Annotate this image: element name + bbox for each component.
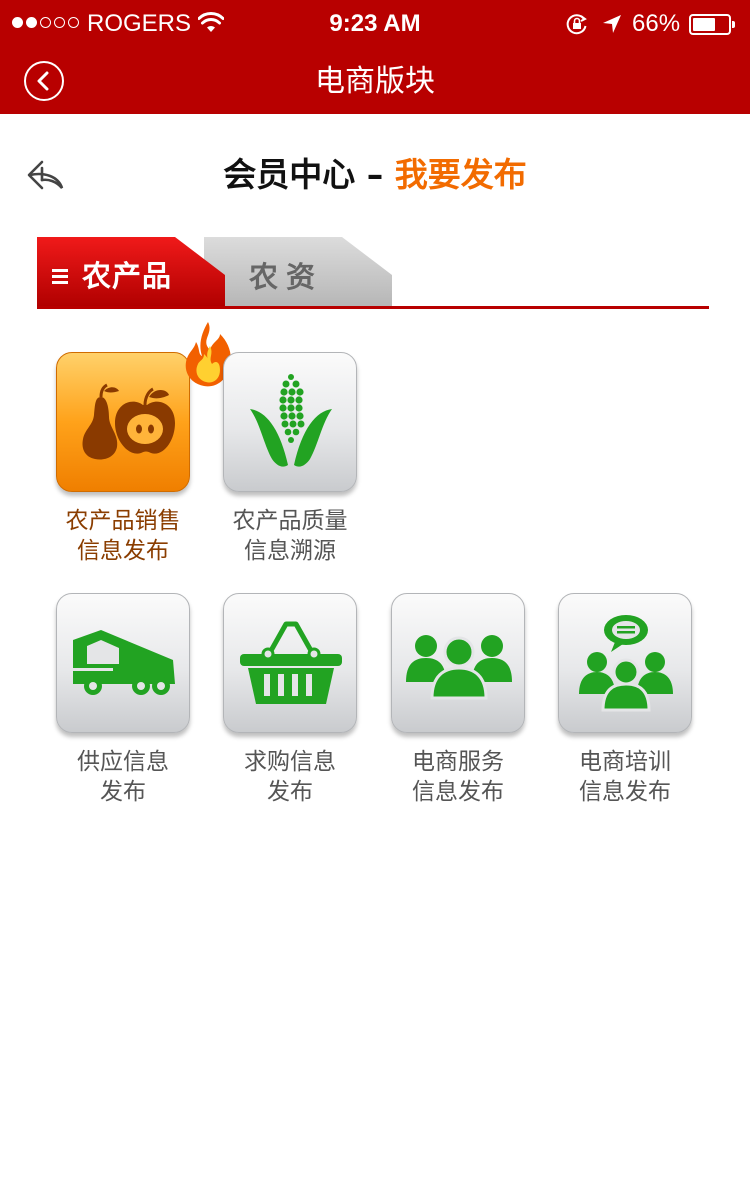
tile-ecommerce-service[interactable]: 电商服务 信息发布 [375,593,545,823]
tab-label: 农资 [249,260,324,294]
tile-caption-line: 电商服务 [412,749,504,775]
tile-caption: 电商培训 信息发布 [542,747,708,807]
tile-caption-line: 信息发布 [77,538,169,564]
tile-caption-line: 信息溯源 [244,538,336,564]
tab-farm-supplies[interactable]: 农资 [204,237,392,307]
tile-icon-box [223,352,357,492]
group-icon [406,635,512,700]
tile-caption-line: 信息发布 [579,779,671,805]
tab-label: 农产品 [82,259,173,293]
page-title-section: 会员中心 [223,155,356,194]
nav-title: 电商版块 [315,64,435,99]
tile-caption-line: 电商培训 [579,749,671,775]
tile-caption: 供应信息 发布 [40,747,206,807]
menu-icon [52,269,68,285]
tile-caption: 农产品质量 信息溯源 [207,506,373,566]
tile-icon-box [56,352,190,492]
tile-caption-line: 信息发布 [412,779,504,805]
truck-icon [73,630,175,695]
tile-caption-line: 发布 [267,779,313,805]
page-title: 会员中心 – 我要发布 [0,152,750,198]
tile-icon-box [558,593,692,733]
battery-icon [689,14,735,35]
tile-supply-info[interactable]: 供应信息 发布 [40,593,210,823]
fruit-icon [82,383,175,460]
battery-percent: 66% [632,10,681,37]
tile-caption-line: 供应信息 [77,749,169,775]
tile-purchase-request[interactable]: 求购信息 发布 [207,593,377,823]
tab-farm-products[interactable]: 农产品 [37,237,225,307]
tile-caption-line: 发布 [100,779,146,805]
tile-caption-line: 农产品销售 [65,508,181,534]
basket-icon [240,621,342,704]
tile-caption-line: 农产品质量 [232,508,348,534]
tile-icon-box [56,593,190,733]
tile-quality-traceability[interactable]: 农产品质量 信息溯源 [207,352,377,582]
tab-underline [37,306,709,309]
tile-ecommerce-training[interactable]: 电商培训 信息发布 [542,593,712,823]
rotation-lock-icon [566,14,587,35]
category-tabs: 农资 农产品 [37,237,709,311]
training-icon [579,615,673,712]
corn-icon [250,374,332,467]
tile-caption: 农产品销售 信息发布 [40,506,206,566]
status-bar: ROGERS 9:23 AM 66% [0,0,750,48]
tile-caption-line: 求购信息 [244,749,336,775]
tile-icon-box [391,593,525,733]
tile-caption: 求购信息 发布 [207,747,373,807]
top-bar: ROGERS 9:23 AM 66% 电商版块 [0,0,750,114]
page-title-separator: – [366,155,384,194]
location-arrow-icon [603,15,621,33]
page-title-action: 我要发布 [394,155,527,194]
tile-icon-box [223,593,357,733]
tile-caption: 电商服务 信息发布 [375,747,541,807]
tile-farm-product-sales[interactable]: 农产品销售 信息发布 [40,322,231,582]
